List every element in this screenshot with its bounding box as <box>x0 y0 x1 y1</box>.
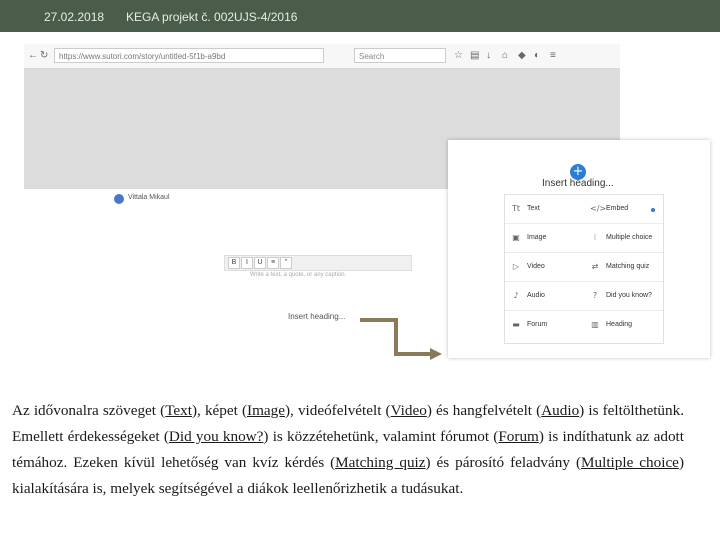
download-icon[interactable]: ↓ <box>486 50 491 61</box>
para-text: ) is közzétehetünk, valamint fórumot ( <box>263 428 499 445</box>
option-forum[interactable]: ▬ Forum <box>505 311 584 340</box>
option-embed[interactable]: </> Embed <box>584 195 663 224</box>
bold-button[interactable]: B <box>228 257 240 269</box>
slide-header: 27.02.2018 KEGA projekt č. 002UJS-4/2016 <box>0 0 720 32</box>
option-label: Forum <box>527 321 548 328</box>
option-matching-quiz[interactable]: ⇄ Matching quiz <box>584 253 663 282</box>
heading-icon: ▥ <box>591 320 599 329</box>
text-edit-toolbar: B I U ≡ " <box>224 255 412 271</box>
text-placeholder[interactable]: Write a text, a quote, or any caption. <box>250 272 346 278</box>
browser-toolbar: ← ↻ https://www.sutori.com/story/untitle… <box>24 44 620 69</box>
option-label: Video <box>527 263 545 270</box>
extension-icon[interactable]: ◆ <box>518 50 526 61</box>
pointer-arrow <box>360 318 442 360</box>
header-title: KEGA projekt č. 002UJS-4/2016 <box>126 10 298 24</box>
video-link: Video <box>390 402 427 419</box>
bookmark-icon[interactable]: ▤ <box>470 50 479 61</box>
option-multiple-choice[interactable]: ⁝ Multiple choice <box>584 224 663 253</box>
star-icon[interactable]: ☆ <box>454 50 463 61</box>
matching-quiz-icon: ⇄ <box>591 262 599 271</box>
option-label: Embed <box>606 205 629 212</box>
new-indicator <box>651 208 655 212</box>
audio-icon: ♪ <box>513 291 519 300</box>
insert-heading-label[interactable]: Insert heading... <box>542 178 614 189</box>
forum-icon: ▬ <box>512 320 520 329</box>
option-image[interactable]: ▣ Image <box>505 224 584 253</box>
insert-heading-link[interactable]: Insert heading... <box>288 312 345 321</box>
search-input[interactable]: Search <box>354 48 446 63</box>
option-label: Did you know? <box>606 292 652 299</box>
option-text[interactable]: Tt Text <box>505 195 584 224</box>
video-icon: ▷ <box>512 262 520 271</box>
option-label: Heading <box>606 321 633 328</box>
option-label: Audio <box>527 292 545 299</box>
italic-button[interactable]: I <box>241 257 253 269</box>
avatar <box>114 194 124 204</box>
option-label: Image <box>527 234 547 241</box>
author-name: Vittala Mikaul <box>128 194 170 201</box>
list-button[interactable]: ≡ <box>267 257 279 269</box>
back-icon[interactable]: ← <box>28 50 38 61</box>
insert-options-grid: Tt Text </> Embed ▣ Image ⁝ Multiple cho… <box>504 194 664 344</box>
option-did-you-know[interactable]: ? Did you know? <box>584 282 663 311</box>
insert-menu-zoom: + Insert heading... Tt Text </> Embed ▣ … <box>448 140 710 358</box>
did-you-know-icon: ? <box>592 291 598 300</box>
text-link: Text <box>165 402 192 419</box>
embed-icon: </> <box>590 204 607 213</box>
home-icon[interactable]: ⌂ <box>502 50 508 61</box>
matching-quiz-link: Matching quiz <box>335 454 426 471</box>
forum-link: Forum <box>498 428 539 445</box>
image-icon: ▣ <box>512 233 520 242</box>
para-text: ) és párosító feladvány ( <box>425 454 582 471</box>
multiple-choice-link: Multiple choice <box>581 454 679 471</box>
option-heading[interactable]: ▥ Heading <box>584 311 663 340</box>
reload-icon[interactable]: ↻ <box>40 50 48 61</box>
address-bar[interactable]: https://www.sutori.com/story/untitled-5f… <box>54 48 324 63</box>
underline-button[interactable]: U <box>254 257 266 269</box>
quote-button[interactable]: " <box>280 257 292 269</box>
text-icon: Tt <box>511 204 521 213</box>
audio-link: Audio <box>541 402 580 419</box>
option-label: Text <box>527 205 540 212</box>
para-text: ), képet ( <box>191 402 248 419</box>
header-date: 27.02.2018 <box>44 10 105 24</box>
option-label: Multiple choice <box>606 234 653 241</box>
arrow-line <box>360 318 432 356</box>
menu-icon[interactable]: ≡ <box>550 50 556 61</box>
arrow-head <box>430 348 442 360</box>
para-text: ), videófelvételt ( <box>284 402 391 419</box>
para-text: Az idővonalra szöveget ( <box>12 402 166 419</box>
pocket-icon[interactable]: ◐ <box>534 50 540 61</box>
option-label: Matching quiz <box>606 263 650 270</box>
option-audio[interactable]: ♪ Audio <box>505 282 584 311</box>
image-link: Image <box>247 402 285 419</box>
option-video[interactable]: ▷ Video <box>505 253 584 282</box>
para-text: ) és hangfelvételt ( <box>426 402 542 419</box>
description-paragraph: Az idővonalra szöveget (Text), képet (Im… <box>12 398 684 502</box>
did-you-know-link: Did you know? <box>168 428 264 445</box>
multiple-choice-icon: ⁝ <box>593 233 597 242</box>
